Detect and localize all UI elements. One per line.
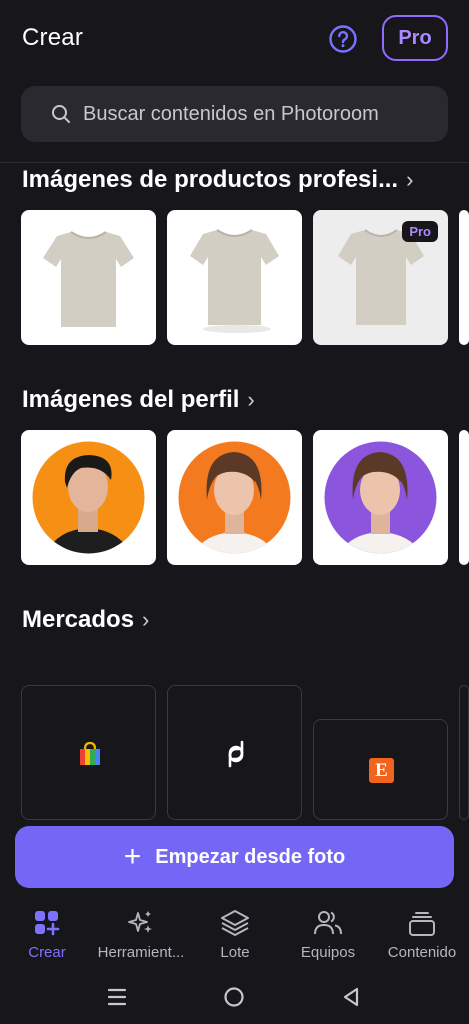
home-icon[interactable] bbox=[223, 986, 245, 1008]
chevron-right-icon: › bbox=[247, 387, 255, 412]
product-template-card[interactable] bbox=[21, 210, 156, 345]
tshirt-shadow-image bbox=[190, 229, 279, 333]
system-navigation-bar bbox=[0, 970, 469, 1024]
product-template-card[interactable] bbox=[167, 210, 302, 345]
start-from-photo-label: Empezar desde foto bbox=[155, 845, 346, 868]
sparkles-icon bbox=[94, 908, 188, 938]
chevron-right-icon: › bbox=[142, 607, 150, 632]
help-icon[interactable] bbox=[328, 24, 358, 54]
tshirt-image bbox=[43, 231, 134, 327]
recent-apps-icon[interactable] bbox=[107, 986, 127, 1008]
profile-template-card-partial[interactable] bbox=[459, 430, 469, 565]
create-icon bbox=[0, 908, 94, 938]
tab-label: Equipos bbox=[300, 944, 356, 961]
layers-icon bbox=[188, 908, 282, 938]
marketplace-card[interactable] bbox=[167, 685, 302, 820]
section-title-label: Mercados bbox=[22, 606, 135, 633]
section-title-profile-images[interactable]: Imágenes del perfil › bbox=[22, 386, 255, 414]
profile-template-card[interactable] bbox=[21, 430, 156, 565]
back-icon[interactable] bbox=[341, 986, 361, 1008]
marketplace-card-partial[interactable] bbox=[459, 685, 469, 820]
stack-icon bbox=[375, 908, 469, 938]
tab-equipos[interactable]: Equipos bbox=[281, 908, 375, 961]
profile-photo-orange bbox=[32, 441, 145, 554]
tab-herramientas[interactable]: Herramient... bbox=[94, 908, 188, 961]
tab-lote[interactable]: Lote bbox=[188, 908, 282, 961]
section-title-label: Imágenes de productos profesi... bbox=[22, 166, 399, 193]
tab-label: Contenido bbox=[387, 944, 457, 961]
marketplace-card[interactable] bbox=[21, 685, 156, 820]
depop-icon bbox=[228, 740, 244, 768]
profile-photo-purple bbox=[324, 441, 437, 554]
etsy-icon: E bbox=[369, 758, 394, 783]
product-template-card-partial[interactable] bbox=[459, 210, 469, 345]
search-placeholder: Buscar contenidos en Photoroom bbox=[83, 102, 379, 125]
profile-template-card[interactable] bbox=[313, 430, 448, 565]
pro-button[interactable]: Pro bbox=[382, 15, 448, 61]
tab-label: Crear bbox=[28, 944, 66, 961]
search-icon bbox=[52, 105, 70, 123]
profile-template-card[interactable] bbox=[167, 430, 302, 565]
top-bar: Crear Pro bbox=[0, 0, 469, 80]
bottom-tab-bar: Crear Herramient... Lote Equipos Conteni… bbox=[0, 896, 469, 970]
tab-label: Lote bbox=[220, 944, 250, 961]
tab-crear[interactable]: Crear bbox=[0, 908, 94, 961]
section-title-marketplaces[interactable]: Mercados › bbox=[22, 606, 149, 634]
tab-label: Herramient... bbox=[97, 944, 185, 961]
page-title: Crear bbox=[22, 24, 84, 51]
chevron-right-icon: › bbox=[406, 167, 414, 192]
pro-badge: Pro bbox=[402, 221, 438, 242]
profile-photo-orange-2 bbox=[178, 441, 291, 554]
section-title-label: Imágenes del perfil bbox=[22, 386, 240, 413]
product-template-card-pro[interactable]: Pro bbox=[313, 210, 448, 345]
tab-contenido[interactable]: Contenido bbox=[375, 908, 469, 961]
search-bar[interactable]: Buscar contenidos en Photoroom bbox=[21, 86, 448, 142]
section-title-product-images[interactable]: Imágenes de productos profesi... › bbox=[22, 166, 413, 194]
header-divider bbox=[0, 162, 469, 163]
start-from-photo-button[interactable]: + Empezar desde foto bbox=[15, 826, 454, 888]
marketplace-card[interactable]: E bbox=[313, 719, 448, 820]
team-icon bbox=[281, 908, 375, 938]
shopping-bag-icon bbox=[80, 741, 100, 765]
plus-icon: + bbox=[123, 840, 142, 873]
